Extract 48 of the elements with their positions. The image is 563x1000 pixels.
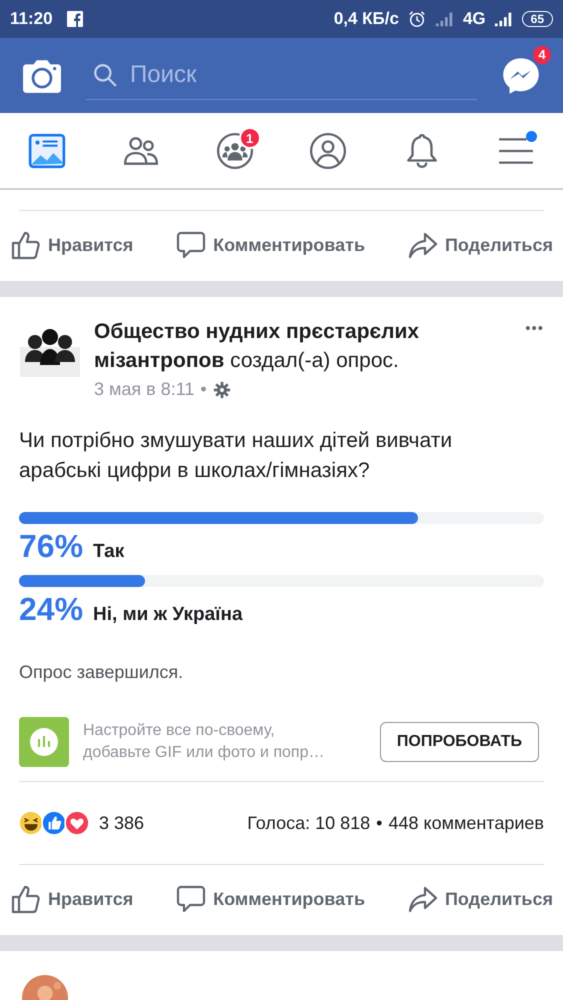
network-speed: 0,4 КБ/с: [334, 9, 399, 29]
comment-button[interactable]: Комментировать: [175, 221, 366, 269]
more-options-button[interactable]: •••: [525, 317, 544, 339]
poll-percent: 76%: [19, 528, 84, 565]
poll-option-label: Ні, ми ж Україна: [93, 604, 243, 626]
network-type: 4G: [462, 9, 486, 29]
try-button[interactable]: ПОПРОБОВАТЬ: [380, 722, 539, 762]
poll-icon: [19, 717, 69, 767]
laughing-emoji-icon: [18, 810, 44, 836]
vote-count: Голоса: 10 818: [247, 812, 370, 834]
groups-tab[interactable]: 1: [188, 113, 282, 188]
like-button[interactable]: Нравится: [10, 875, 134, 923]
comment-count[interactable]: 448 комментариев: [388, 812, 544, 834]
group-icon: [216, 132, 254, 170]
alarm-clock-icon: [406, 10, 427, 28]
separator-dot: •: [200, 379, 207, 400]
signal-icon: [434, 10, 455, 28]
search-field[interactable]: Поиск: [86, 51, 477, 99]
news-feed-icon: [28, 132, 66, 170]
poll-percent: 24%: [19, 591, 84, 628]
clock-time: 11:20: [10, 9, 53, 29]
profile-icon: [309, 132, 348, 170]
speech-bubble-icon: [175, 883, 208, 915]
separator-dot: •: [376, 812, 382, 834]
search-icon: [92, 62, 118, 88]
thumbs-up-icon: [10, 229, 42, 261]
camera-icon[interactable]: [22, 58, 62, 94]
poll-question: Чи потрібно змушувати наших дітей вивчати арабські цифри в школах/гімназіях?: [19, 428, 454, 484]
app-notification-icon: [66, 11, 83, 27]
notification-badge: 1: [238, 127, 261, 149]
share-button[interactable]: Поделиться: [406, 221, 553, 269]
thumbs-up-reaction-icon: [41, 810, 67, 836]
poll-status: Опрос завершился.: [19, 662, 184, 683]
notification-badge: 4: [531, 44, 553, 66]
gear-icon: [212, 380, 231, 398]
thumbs-up-icon: [10, 883, 42, 915]
promo-text: Настройте все по-своему, добавьте GIF или фото и попр…: [83, 721, 326, 763]
share-button[interactable]: Поделиться: [406, 875, 553, 923]
reaction-count: 3 386: [99, 812, 144, 834]
poll-option-label: Так: [93, 541, 124, 563]
speech-bubble-icon: [175, 229, 208, 261]
battery-level: 65: [522, 11, 553, 27]
signal-icon: [494, 10, 514, 28]
heart-reaction-icon: [64, 810, 90, 836]
post-time: 3 мая в 8:11: [94, 379, 194, 400]
comment-button[interactable]: Комментировать: [175, 875, 366, 923]
like-button[interactable]: Нравится: [10, 221, 134, 269]
post-title: Общество нудних прєстарєлих мізантропов создал(-а) опрос.: [94, 319, 420, 374]
